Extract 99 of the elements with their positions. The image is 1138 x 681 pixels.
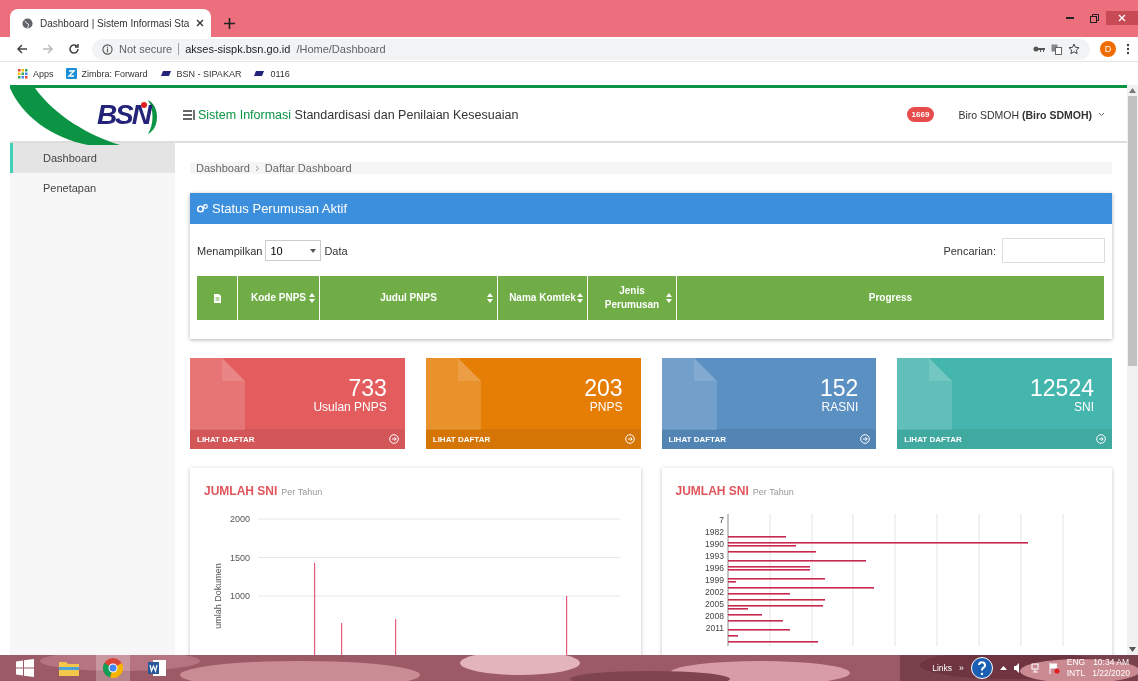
stat-label: SNI <box>1074 400 1094 414</box>
stat-label: Usulan PNPS <box>313 400 387 414</box>
axis-label: 1990 <box>704 539 724 549</box>
menu-icon[interactable] <box>183 109 195 120</box>
breadcrumb-item[interactable]: Dashboard <box>196 162 250 174</box>
show-label: Menampilkan <box>197 244 263 257</box>
bookmark-link[interactable]: Zimbra: Forward <box>65 68 148 79</box>
chart-title: JUMLAH SNI <box>675 484 749 498</box>
document-icon <box>190 358 245 430</box>
close-icon[interactable] <box>196 19 205 27</box>
chart-subtitle: Per Tahun <box>281 487 323 497</box>
stat-value: 203 <box>584 376 623 400</box>
document-icon <box>425 358 481 430</box>
more-icon[interactable] <box>1126 43 1130 55</box>
toolbar-label[interactable]: Links <box>932 663 952 673</box>
sort-icon <box>487 293 493 303</box>
app-title: Sistem Informasi Standardisasi dan Penilaian Kesesuaian <box>198 107 519 122</box>
browser-tab[interactable]: Dashboard | Sistem Informasi Sta <box>10 9 212 37</box>
browser-icon[interactable] <box>96 655 130 681</box>
chart-title: JUMLAH SNI <box>204 484 278 498</box>
breadcrumb-item: Daftar Dashboard <box>264 162 352 174</box>
close-button[interactable] <box>1106 11 1138 25</box>
square-z-icon <box>65 68 77 79</box>
stat-value: 12524 <box>1030 376 1094 400</box>
axis-label: 1000 <box>229 591 250 601</box>
help-icon[interactable] <box>970 657 993 679</box>
dropdown-arrow-icon <box>310 248 317 253</box>
logo-icon <box>253 70 266 77</box>
arrow-circle-icon <box>388 434 399 444</box>
chart-subtitle: Per Tahun <box>752 487 794 497</box>
search-label: Pencarian: <box>943 244 996 257</box>
minimize-icon <box>1066 17 1074 19</box>
sidebar-item[interactable]: Penetapan <box>10 173 175 203</box>
column-header: Progress <box>677 276 1105 320</box>
logo-icon <box>159 70 172 77</box>
notification-badge[interactable]: 1669 <box>906 107 935 122</box>
reload-button[interactable] <box>66 41 82 57</box>
axis-label: 1996 <box>704 563 724 573</box>
document-icon <box>897 358 953 430</box>
address-bar[interactable]: Not secure akses-sispk.bsn.go.id /Home/Dashboard <box>92 38 1090 60</box>
url-host: akses-sispk.bsn.go.id <box>185 43 291 55</box>
axis-label: 2000 <box>229 514 250 524</box>
document-icon <box>213 293 221 303</box>
sidebar-item[interactable]: Dashboard <box>10 143 175 173</box>
axis-label: 2005 <box>704 599 724 609</box>
security-label: Not secure <box>119 43 180 55</box>
sort-icon <box>666 293 672 303</box>
globe-icon <box>22 17 33 29</box>
chevron-icon <box>254 164 260 172</box>
axis-label: 1500 <box>229 552 250 563</box>
restore-icon <box>1089 13 1099 23</box>
caret-icon[interactable] <box>999 666 1007 670</box>
clock[interactable]: 10:34 AM 1/22/2020 <box>1092 657 1130 679</box>
sort-icon <box>309 293 315 303</box>
axis-label: 2002 <box>704 587 724 597</box>
stat-value: 733 <box>348 376 387 400</box>
bookmark-link[interactable]: 0116 <box>253 68 290 79</box>
panel-title: Status Perumusan Aktif <box>212 201 348 216</box>
key-icon[interactable] <box>1033 45 1045 53</box>
axis-label: 1993 <box>704 551 724 561</box>
network-icon[interactable] <box>1030 662 1042 674</box>
show-suffix: Data <box>324 244 348 257</box>
plus-icon <box>223 17 235 29</box>
star-icon[interactable] <box>1068 43 1080 55</box>
translate-icon[interactable] <box>1051 43 1062 55</box>
url-path: /Home/Dashboard <box>296 43 387 55</box>
stat-value: 152 <box>819 376 859 400</box>
sort-icon <box>577 293 583 303</box>
chevron-down-icon <box>1098 112 1105 117</box>
arrow-circle-icon <box>860 434 871 444</box>
scroll-up-icon[interactable] <box>1129 88 1136 93</box>
axis-label: 2011 <box>705 623 724 633</box>
document-icon <box>661 358 717 430</box>
bookmark-link[interactable]: Apps <box>18 68 54 79</box>
logo-text: BSN <box>96 98 150 131</box>
info-icon <box>102 43 113 55</box>
axis-label: 1999 <box>704 575 724 585</box>
flag-icon[interactable] <box>1048 662 1060 674</box>
bookmark-link[interactable]: BSN - SIPAKAR <box>159 68 242 79</box>
axis-title: umlah Dokumen <box>213 563 223 629</box>
page-size-select[interactable]: 10 <box>265 240 322 261</box>
close-icon <box>1118 14 1126 22</box>
arrow-circle-icon <box>1096 434 1106 444</box>
scroll-down-icon[interactable] <box>1129 647 1136 652</box>
arrow-circle-icon <box>624 434 635 444</box>
gears-icon <box>197 204 208 213</box>
more-label[interactable]: » <box>959 663 964 673</box>
user-menu[interactable]: Biro SDMOH (Biro SDMOH) <box>958 108 1105 121</box>
axis-label: 2008 <box>704 611 724 621</box>
view-list-link[interactable]: LIHAT DAFTAR <box>661 429 877 449</box>
stat-label: PNPS <box>589 400 623 414</box>
axis-label: 1982 <box>704 527 724 537</box>
four-panes-icon <box>16 659 34 677</box>
apps-grid-icon <box>18 68 28 79</box>
view-list-link[interactable]: LIHAT DAFTAR <box>190 429 405 449</box>
stat-label: RASNI <box>821 400 859 414</box>
scrollbar[interactable] <box>1127 85 1138 655</box>
search-field[interactable] <box>1002 238 1105 263</box>
axis-label: 7 <box>718 515 724 525</box>
